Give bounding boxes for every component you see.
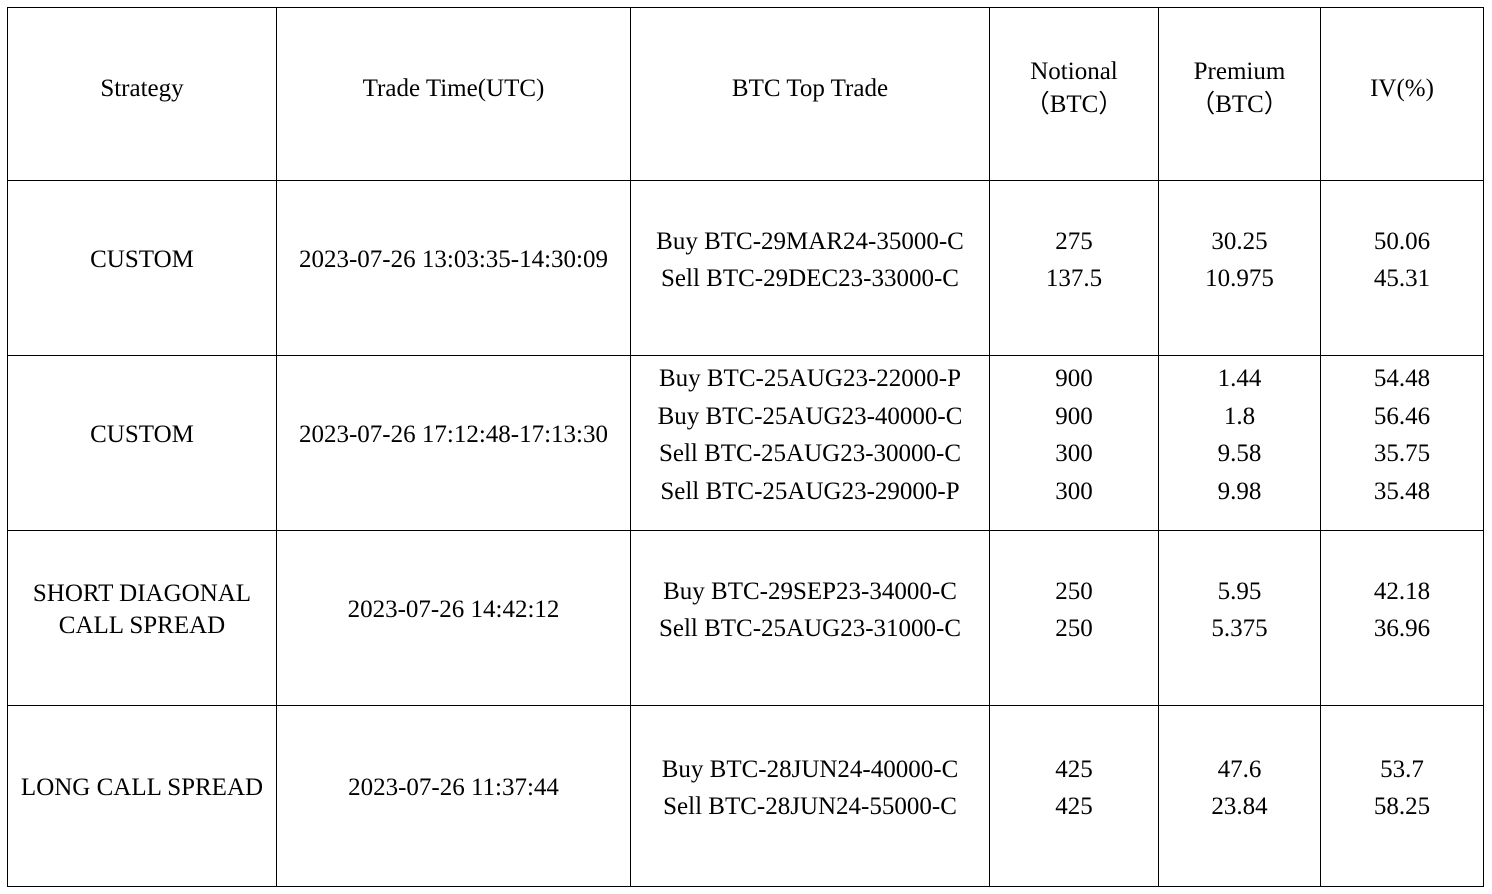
premium-value: 5.375 xyxy=(1211,615,1268,642)
cell-trade-time: 2023-07-26 13:03:35-14:30:09 xyxy=(276,180,631,356)
trade-time-value: 2023-07-26 11:37:44 xyxy=(348,774,559,802)
cell-trade-time: 2023-07-26 17:12:48-17:13:30 xyxy=(276,355,631,531)
strategy-label: LONG CALL SPREAD xyxy=(20,773,264,801)
cell-premium: 47.6 23.84 xyxy=(1158,705,1321,887)
trade-leg: Buy BTC-25AUG23-22000-P xyxy=(658,365,962,392)
notional-value: 275 xyxy=(1055,227,1093,255)
notional-value: 900 xyxy=(1055,365,1093,392)
cell-trade-time: 2023-07-26 14:42:12 xyxy=(276,530,631,706)
notional-value: 425 xyxy=(1055,755,1093,783)
trade-leg: Sell BTC-28JUN24-55000-C xyxy=(663,793,957,820)
strategy-label: CUSTOM xyxy=(90,245,194,273)
cell-iv: 54.48 56.46 35.75 35.48 xyxy=(1320,355,1484,531)
iv-value: 42.18 xyxy=(1373,577,1431,605)
cell-btc-top-trade: Buy BTC-29MAR24-35000-C Sell BTC-29DEC23… xyxy=(630,180,990,356)
premium-value: 5.95 xyxy=(1217,577,1262,605)
iv-value: 58.25 xyxy=(1373,793,1431,820)
trade-table-container: Strategy Trade Time(UTC) BTC Top Trade N… xyxy=(7,7,1484,887)
column-header-notional: Notional （BTC） xyxy=(989,7,1159,181)
cell-btc-top-trade: Buy BTC-28JUN24-40000-C Sell BTC-28JUN24… xyxy=(630,705,990,887)
trade-leg: Sell BTC-25AUG23-30000-C xyxy=(658,440,962,467)
cell-premium: 1.44 1.8 9.58 9.98 xyxy=(1158,355,1321,531)
cell-btc-top-trade: Buy BTC-25AUG23-22000-P Buy BTC-25AUG23-… xyxy=(630,355,990,531)
cell-btc-top-trade: Buy BTC-29SEP23-34000-C Sell BTC-25AUG23… xyxy=(630,530,990,706)
trade-leg: Buy BTC-28JUN24-40000-C xyxy=(661,755,959,783)
header-row: Strategy Trade Time(UTC) BTC Top Trade N… xyxy=(7,7,1484,181)
trade-leg: Buy BTC-29MAR24-35000-C xyxy=(656,227,964,255)
column-header-strategy-label: Strategy xyxy=(100,74,184,102)
notional-value: 137.5 xyxy=(1045,265,1103,292)
iv-value: 53.7 xyxy=(1380,755,1424,783)
iv-value: 45.31 xyxy=(1373,265,1431,292)
column-header-iv: IV(%) xyxy=(1320,7,1484,181)
table-header: Strategy Trade Time(UTC) BTC Top Trade N… xyxy=(7,7,1484,181)
cell-iv: 42.18 36.96 xyxy=(1320,530,1484,706)
table-row: CUSTOM 2023-07-26 17:12:48-17:13:30 Buy … xyxy=(7,355,1484,531)
column-header-trade-time-label: Trade Time(UTC) xyxy=(362,74,545,102)
premium-value: 23.84 xyxy=(1211,793,1268,820)
cell-notional: 900 900 300 300 xyxy=(989,355,1159,531)
cell-strategy: SHORT DIAGONAL CALL SPREAD xyxy=(7,530,277,706)
iv-value: 35.75 xyxy=(1373,440,1431,467)
premium-value: 47.6 xyxy=(1217,755,1262,783)
column-header-notional-label: Notional xyxy=(1030,58,1118,85)
notional-value: 300 xyxy=(1055,440,1093,467)
trade-time-value: 2023-07-26 14:42:12 xyxy=(347,596,560,624)
cell-notional: 250 250 xyxy=(989,530,1159,706)
trade-leg: Sell BTC-25AUG23-31000-C xyxy=(658,615,962,642)
column-header-trade-time: Trade Time(UTC) xyxy=(276,7,631,181)
premium-value: 1.8 xyxy=(1223,402,1256,430)
premium-value: 9.98 xyxy=(1217,477,1262,505)
cell-notional: 275 137.5 xyxy=(989,180,1159,356)
trade-time-value: 2023-07-26 13:03:35-14:30:09 xyxy=(298,246,608,274)
cell-iv: 50.06 45.31 xyxy=(1320,180,1484,356)
strategy-label: CALL SPREAD xyxy=(58,612,226,639)
trade-time-value: 2023-07-26 17:12:48-17:13:30 xyxy=(298,421,608,449)
column-header-btc-top-trade: BTC Top Trade xyxy=(630,7,990,181)
notional-value: 250 xyxy=(1055,615,1093,642)
cell-premium: 5.95 5.375 xyxy=(1158,530,1321,706)
premium-value: 9.58 xyxy=(1217,440,1262,467)
btc-top-trades-table: Strategy Trade Time(UTC) BTC Top Trade N… xyxy=(7,7,1484,887)
table-row: CUSTOM 2023-07-26 13:03:35-14:30:09 Buy … xyxy=(7,180,1484,356)
iv-value: 35.48 xyxy=(1373,477,1431,505)
cell-strategy: CUSTOM xyxy=(7,180,277,356)
strategy-label: SHORT DIAGONAL xyxy=(32,579,252,607)
cell-strategy: LONG CALL SPREAD xyxy=(7,705,277,887)
strategy-label: CUSTOM xyxy=(90,420,194,448)
premium-value: 10.975 xyxy=(1205,265,1274,292)
trade-leg: Buy BTC-29SEP23-34000-C xyxy=(663,577,957,605)
column-header-btc-top-trade-label: BTC Top Trade xyxy=(731,74,889,102)
iv-value: 50.06 xyxy=(1373,227,1431,255)
notional-value: 250 xyxy=(1055,577,1093,605)
column-header-premium: Premium （BTC） xyxy=(1158,7,1321,181)
notional-value: 300 xyxy=(1055,477,1093,505)
cell-notional: 425 425 xyxy=(989,705,1159,887)
trade-leg: Sell BTC-29DEC23-33000-C xyxy=(661,265,959,292)
column-header-premium-label: Premium xyxy=(1193,58,1286,85)
cell-iv: 53.7 58.25 xyxy=(1320,705,1484,887)
column-header-iv-label: IV(%) xyxy=(1370,74,1434,102)
notional-value: 900 xyxy=(1055,402,1093,430)
table-body: CUSTOM 2023-07-26 13:03:35-14:30:09 Buy … xyxy=(7,180,1484,887)
notional-value: 425 xyxy=(1055,793,1093,820)
iv-value: 36.96 xyxy=(1373,615,1431,642)
iv-value: 54.48 xyxy=(1373,365,1431,392)
cell-strategy: CUSTOM xyxy=(7,355,277,531)
cell-trade-time: 2023-07-26 11:37:44 xyxy=(276,705,631,887)
trade-leg: Sell BTC-25AUG23-29000-P xyxy=(660,477,960,505)
premium-value: 1.44 xyxy=(1217,365,1262,392)
table-row: SHORT DIAGONAL CALL SPREAD 2023-07-26 14… xyxy=(7,530,1484,706)
table-row: LONG CALL SPREAD 2023-07-26 11:37:44 Buy… xyxy=(7,705,1484,887)
column-header-premium-unit: （BTC） xyxy=(1190,91,1289,118)
column-header-strategy: Strategy xyxy=(7,7,277,181)
cell-premium: 30.25 10.975 xyxy=(1158,180,1321,356)
premium-value: 30.25 xyxy=(1211,227,1268,255)
column-header-notional-unit: （BTC） xyxy=(1024,91,1124,118)
iv-value: 56.46 xyxy=(1373,402,1431,430)
trade-leg: Buy BTC-25AUG23-40000-C xyxy=(657,402,963,430)
